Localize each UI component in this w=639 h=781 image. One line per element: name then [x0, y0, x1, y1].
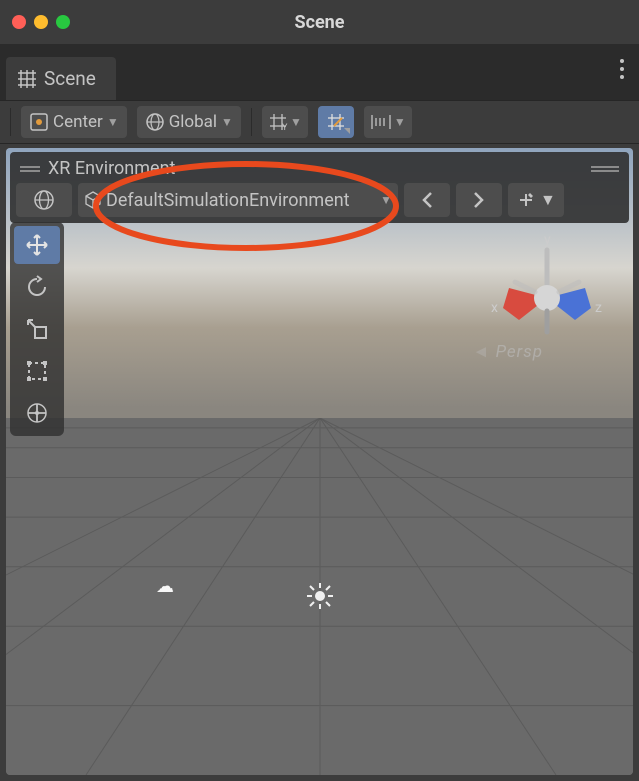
tab-scene[interactable]: Scene: [6, 57, 116, 100]
chevron-down-icon: ▼: [394, 115, 406, 129]
globe-icon: [33, 189, 55, 211]
prefab-icon: [84, 191, 102, 209]
chevron-down-icon: ▼: [540, 190, 556, 210]
gizmo-y-label: y: [544, 232, 551, 248]
grid-snap-y-button[interactable]: Y ▼: [262, 106, 308, 138]
window-title: Scene: [0, 12, 639, 33]
xr-overlay-header[interactable]: XR Environment: [16, 156, 623, 183]
scene-toolbar: Center ▼ Global ▼ Y ▼ ▼: [0, 100, 639, 144]
window-titlebar: Scene: [0, 0, 639, 44]
scene-tools-toolbar: [10, 222, 64, 436]
particle-icon[interactable]: ☁: [156, 576, 174, 597]
scale-tool-icon: [24, 316, 50, 342]
chevron-down-icon: ▼: [221, 115, 233, 129]
prev-environment-button[interactable]: [404, 183, 450, 217]
scene-viewport[interactable]: XR Environment DefaultSimulationEnvironm…: [6, 148, 633, 775]
window-controls: [12, 15, 70, 29]
maximize-window-button[interactable]: [56, 15, 70, 29]
rotate-tool-button[interactable]: [14, 268, 60, 306]
next-environment-button[interactable]: [456, 183, 502, 217]
grid-snap-increment-icon: [326, 112, 346, 132]
pivot-icon: [29, 112, 49, 132]
space-mode-button[interactable]: Global ▼: [137, 106, 241, 138]
pivot-mode-label: Center: [53, 112, 103, 132]
move-tool-icon: [24, 232, 50, 258]
camera-projection-label[interactable]: Persp: [473, 342, 543, 362]
tab-menu-button[interactable]: [619, 58, 625, 84]
toolbar-separator: [251, 108, 252, 136]
xr-overlay-title: XR Environment: [48, 158, 175, 179]
dropdown-corner-icon: [344, 128, 350, 134]
drag-handle-icon[interactable]: [591, 166, 619, 172]
increment-snap-button[interactable]: ▼: [364, 106, 412, 138]
gizmo-x-label: x: [491, 300, 498, 316]
chevron-left-icon: [420, 191, 434, 209]
xr-environment-overlay: XR Environment DefaultSimulationEnvironm…: [10, 152, 629, 223]
chevron-right-icon: [472, 191, 486, 209]
chevron-down-icon: ▼: [380, 193, 392, 207]
minimize-window-button[interactable]: [34, 15, 48, 29]
grid-snap-toggle-button[interactable]: [318, 106, 354, 138]
drag-handle-icon[interactable]: [20, 166, 40, 172]
pivot-mode-button[interactable]: Center ▼: [21, 106, 127, 138]
rect-tool-icon: [24, 358, 50, 384]
environment-name: DefaultSimulationEnvironment: [106, 190, 350, 211]
grid-icon: [18, 70, 36, 88]
chevron-down-icon: ▼: [107, 115, 119, 129]
tab-scene-label: Scene: [44, 67, 96, 90]
space-mode-label: Global: [169, 112, 217, 132]
transform-tool-button[interactable]: [14, 394, 60, 432]
svg-text:Y: Y: [282, 123, 288, 132]
move-tool-button[interactable]: [14, 226, 60, 264]
rotate-tool-icon: [24, 274, 50, 300]
transform-tool-icon: [24, 400, 50, 426]
edit-pencil-icon: [516, 190, 536, 210]
grid-snap-edge-icon: [370, 113, 392, 131]
chevron-down-icon: ▼: [290, 115, 302, 129]
scale-tool-button[interactable]: [14, 310, 60, 348]
xr-world-button[interactable]: [16, 183, 72, 217]
environment-dropdown[interactable]: DefaultSimulationEnvironment ▼: [78, 183, 398, 217]
close-window-button[interactable]: [12, 15, 26, 29]
globe-icon: [145, 112, 165, 132]
edit-environment-button[interactable]: ▼: [508, 183, 564, 217]
tab-bar: Scene: [0, 44, 639, 100]
gizmo-z-label: z: [595, 300, 602, 316]
directional-light-icon[interactable]: [306, 582, 334, 614]
toolbar-separator: [10, 108, 11, 136]
grid-snap-y-icon: Y: [268, 112, 288, 132]
rect-tool-button[interactable]: [14, 352, 60, 390]
